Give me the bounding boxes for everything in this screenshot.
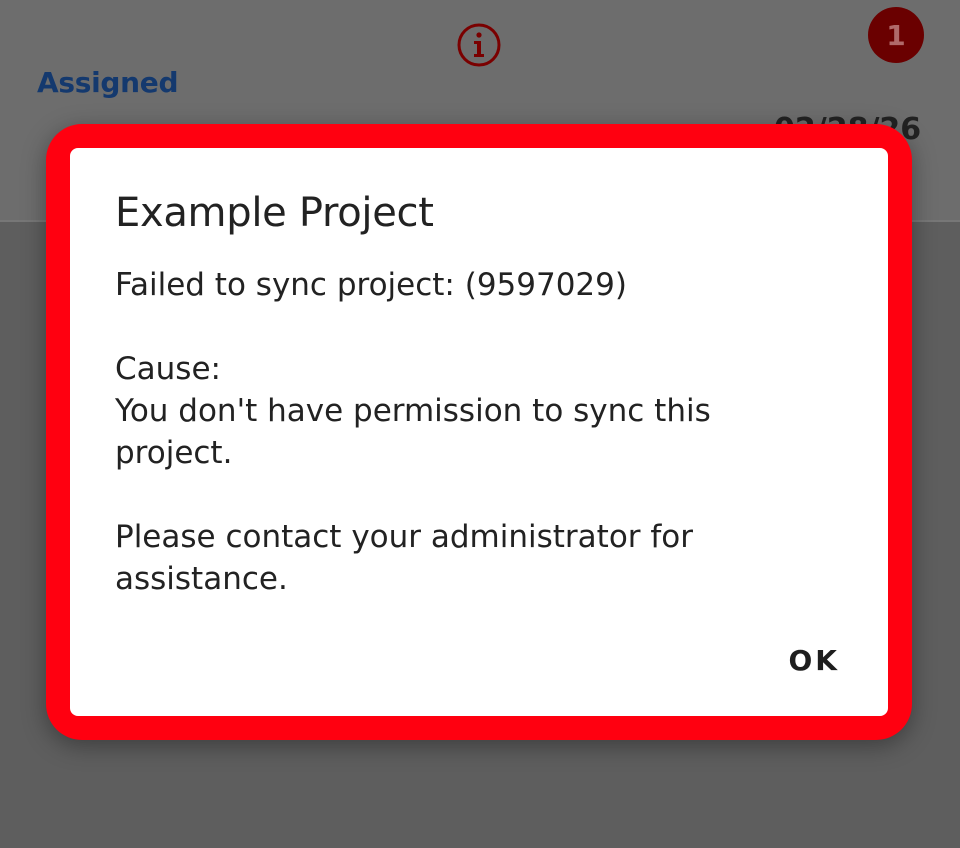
notification-count-badge: 1 bbox=[868, 7, 924, 63]
sync-error-dialog: Example Project Failed to sync project: … bbox=[70, 148, 888, 716]
dialog-message: Failed to sync project: (9597029) Cause:… bbox=[115, 264, 835, 600]
cause-block: Cause: You don't have permission to sync… bbox=[115, 348, 835, 474]
help-text: Please contact your administrator for as… bbox=[115, 519, 694, 597]
screen: Assigned 1 02/28/26 Example Project Fail… bbox=[0, 0, 960, 848]
assignment-status: Assigned bbox=[37, 66, 179, 99]
cause-label: Cause: bbox=[115, 351, 221, 387]
error-summary: Failed to sync project: (9597029) bbox=[115, 267, 627, 303]
dialog-title: Example Project bbox=[115, 190, 434, 236]
ok-button[interactable]: OK bbox=[789, 644, 841, 677]
cause-text: You don't have permission to sync this p… bbox=[115, 393, 711, 471]
info-circle-icon[interactable] bbox=[456, 22, 502, 68]
